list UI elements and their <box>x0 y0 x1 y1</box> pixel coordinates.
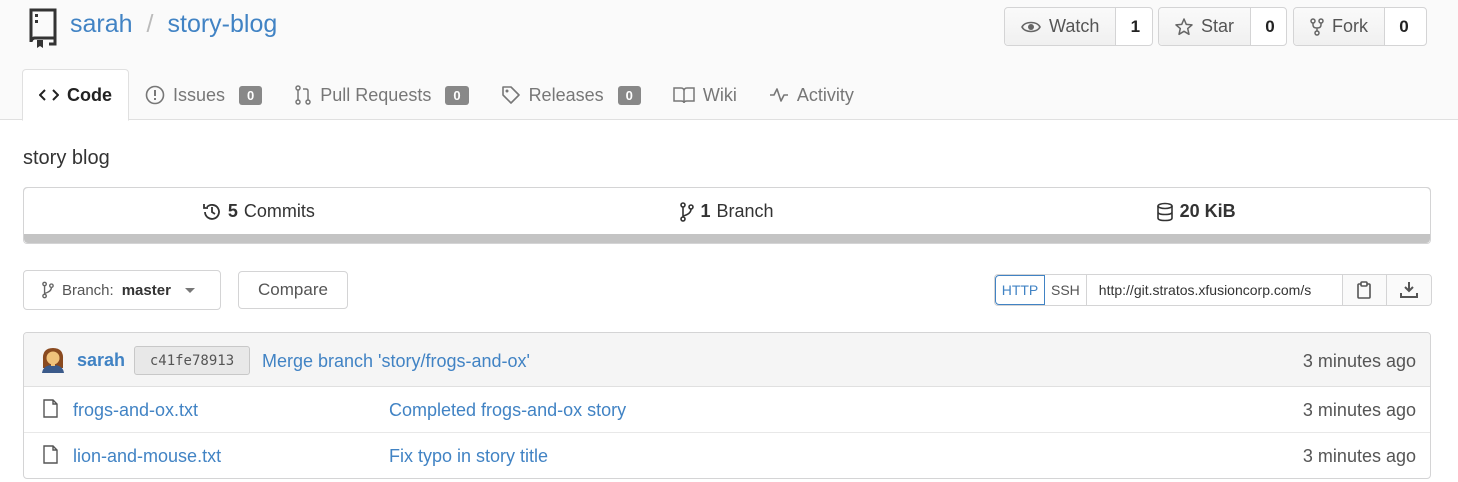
commits-stat[interactable]: 5 Commits <box>24 188 493 235</box>
file-name-link[interactable]: frogs-and-ox.txt <box>73 400 198 421</box>
tab-pull-requests-label: Pull Requests <box>320 84 432 105</box>
ssh-protocol-button[interactable]: SSH <box>1045 275 1087 305</box>
tab-wiki[interactable]: Wiki <box>657 69 753 121</box>
fork-count[interactable]: 0 <box>1385 8 1423 45</box>
download-button[interactable] <box>1386 275 1431 305</box>
pull-requests-count-badge: 0 <box>445 85 469 105</box>
file-icon <box>43 399 58 418</box>
commits-count: 5 <box>227 201 238 221</box>
latest-commit-row: sarah c41fe78913 Merge branch 'story/fro… <box>24 333 1430 387</box>
fork-label: Fork <box>1332 16 1368 36</box>
branch-count: 1 <box>700 201 711 221</box>
star-count[interactable]: 0 <box>1251 8 1289 45</box>
file-icon <box>43 445 58 464</box>
star-label: Star <box>1201 16 1235 36</box>
fork-icon <box>1310 17 1324 36</box>
tab-issues-label: Issues <box>173 84 226 105</box>
watch-label: Watch <box>1049 16 1100 36</box>
tab-pull-requests[interactable]: Pull Requests 0 <box>278 69 484 121</box>
tag-icon <box>501 86 520 104</box>
pulse-icon <box>769 88 788 102</box>
fork-button[interactable]: Fork <box>1294 8 1385 45</box>
repo-icon <box>29 8 57 48</box>
stats-bar-footer <box>24 234 1430 243</box>
star-icon <box>1175 17 1193 35</box>
repo-tabs: Code Issues 0 Pull Requests 0 Releases 0… <box>22 69 870 121</box>
branch-selector[interactable]: Branch: master <box>23 270 221 310</box>
file-commit-time: 3 minutes ago <box>1302 400 1416 420</box>
file-commit-message-link[interactable]: Fix typo in story title <box>389 446 548 467</box>
tab-releases-label: Releases <box>528 84 604 105</box>
code-icon <box>39 89 59 101</box>
commit-message-link[interactable]: Merge branch 'story/frogs-and-ox' <box>262 351 530 372</box>
repo-size: 20 KiB <box>1179 201 1236 221</box>
branch-label: Branch <box>716 201 774 221</box>
file-name-link[interactable]: lion-and-mouse.txt <box>73 446 221 467</box>
repo-stats-bar: 5 Commits 1 Branch 20 KiB <box>23 187 1431 244</box>
watch-button[interactable]: Watch <box>1005 8 1117 45</box>
fork-button-group: Fork 0 <box>1293 7 1427 46</box>
http-protocol-button[interactable]: HTTP <box>995 275 1045 305</box>
size-stat: 20 KiB <box>961 188 1430 235</box>
releases-count-badge: 0 <box>617 85 641 105</box>
repo-description: story blog <box>23 147 110 169</box>
repo-header: sarah / story-blog Watch 1 Star 0 Fork 0… <box>0 0 1458 121</box>
watch-count[interactable]: 1 <box>1116 8 1154 45</box>
star-button[interactable]: Star <box>1159 8 1252 45</box>
repo-name-link[interactable]: story-blog <box>168 10 278 39</box>
repo-title: sarah / story-blog <box>70 10 277 39</box>
book-icon <box>673 87 695 104</box>
star-button-group: Star 0 <box>1158 7 1287 46</box>
chevron-down-icon <box>184 287 195 293</box>
file-commit-message-link[interactable]: Completed frogs-and-ox story <box>389 400 626 421</box>
commit-time: 3 minutes ago <box>1302 351 1416 371</box>
watch-button-group: Watch 1 <box>1004 7 1153 46</box>
table-row: lion-and-mouse.txt Fix typo in story tit… <box>24 433 1430 478</box>
download-icon <box>1399 282 1418 298</box>
database-icon <box>1156 202 1173 221</box>
current-branch: master <box>121 281 171 299</box>
file-list: sarah c41fe78913 Merge branch 'story/fro… <box>23 332 1431 479</box>
compare-button[interactable]: Compare <box>238 271 348 309</box>
pull-request-icon <box>295 85 312 105</box>
commits-label: Commits <box>243 201 315 221</box>
history-icon <box>202 203 220 220</box>
branches-stat[interactable]: 1 Branch <box>493 188 962 235</box>
avatar <box>42 348 64 373</box>
tab-activity-label: Activity <box>796 84 854 105</box>
branch-icon <box>42 281 54 299</box>
file-commit-time: 3 minutes ago <box>1302 446 1416 466</box>
table-row: frogs-and-ox.txt Completed frogs-and-ox … <box>24 387 1430 433</box>
repo-owner-link[interactable]: sarah <box>70 10 133 39</box>
tab-issues[interactable]: Issues 0 <box>129 69 278 121</box>
tab-releases[interactable]: Releases 0 <box>485 69 657 121</box>
eye-icon <box>1021 21 1041 32</box>
commit-sha-button[interactable]: c41fe78913 <box>134 346 250 375</box>
clone-url-group: HTTP SSH http://git.stratos.xfusioncorp.… <box>994 274 1432 306</box>
tab-wiki-label: Wiki <box>702 84 737 105</box>
issues-count-badge: 0 <box>239 85 263 105</box>
commit-author-link[interactable]: sarah <box>77 350 125 371</box>
tab-code[interactable]: Code <box>22 69 129 121</box>
tab-activity[interactable]: Activity <box>753 69 870 121</box>
tab-code-label: Code <box>67 84 112 105</box>
issue-icon <box>145 85 165 105</box>
branch-prefix: Branch: <box>62 281 114 299</box>
path-separator: / <box>146 10 154 38</box>
clipboard-icon <box>1357 281 1372 299</box>
branch-icon <box>680 201 695 222</box>
copy-url-button[interactable] <box>1342 275 1387 305</box>
clone-url-input[interactable]: http://git.stratos.xfusioncorp.com/s <box>1087 275 1343 305</box>
